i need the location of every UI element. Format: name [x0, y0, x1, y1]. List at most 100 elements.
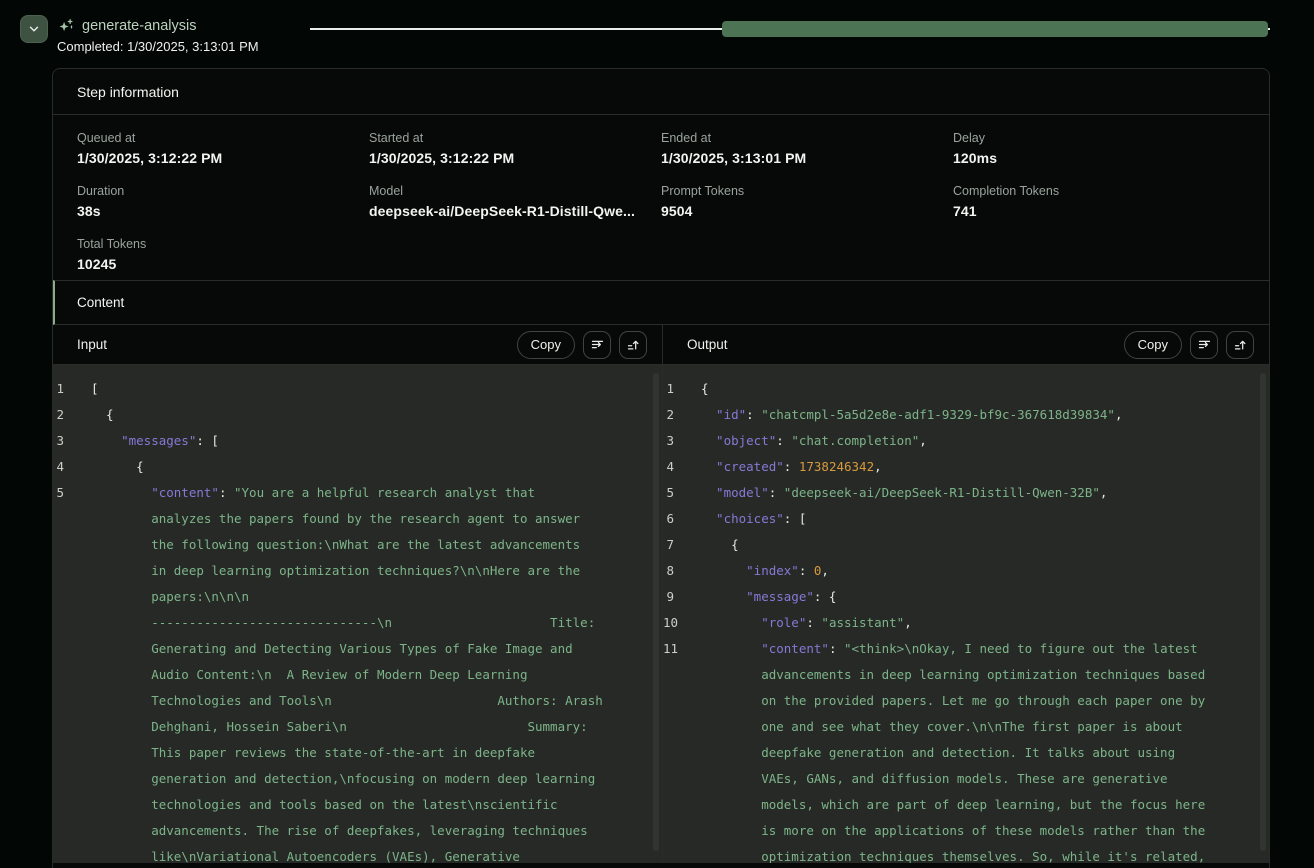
chevron-down-icon [27, 22, 41, 36]
info-field: Queued at1/30/2025, 3:12:22 PM [77, 131, 369, 166]
line-number: 4 [663, 454, 701, 480]
info-field: Total Tokens10245 [77, 237, 369, 272]
code-line: in deep learning optimization techniques… [53, 558, 662, 584]
line-number: 5 [53, 480, 91, 506]
info-field-value: 741 [953, 203, 1245, 219]
output-scrollbar[interactable] [1260, 373, 1266, 851]
line-content: like\nVariational Autoencoders (VAEs), G… [91, 844, 520, 863]
code-line: 4{ [53, 454, 662, 480]
step-topbar: generate-analysis Completed: 1/30/2025, … [0, 0, 1314, 68]
wrap-text-icon [1197, 337, 1212, 352]
line-content: "index": 0, [701, 558, 829, 584]
line-content: "message": { [701, 584, 836, 610]
code-line: 4"created": 1738246342, [663, 454, 1269, 480]
line-content: "model": "deepseek-ai/DeepSeek-R1-Distil… [701, 480, 1107, 506]
line-number [53, 714, 91, 740]
code-line: is more on the applications of these mod… [663, 818, 1269, 844]
code-line: 6"choices": [ [663, 506, 1269, 532]
info-field: Prompt Tokens9504 [661, 184, 953, 219]
line-number [53, 818, 91, 844]
input-code-view[interactable]: 1[2{3"messages": [4{5"content": "You are… [53, 365, 662, 863]
info-field: Ended at1/30/2025, 3:13:01 PM [661, 131, 953, 166]
content-section-header[interactable]: Content [53, 280, 1269, 325]
input-wrap-text-button[interactable] [583, 331, 611, 359]
input-panel: Input Copy [53, 325, 662, 863]
code-line: Audio Content:\n A Review of Modern Deep… [53, 662, 662, 688]
code-line: generation and detection,\nfocusing on m… [53, 766, 662, 792]
line-number [53, 688, 91, 714]
line-number [53, 740, 91, 766]
code-line: technologies and tools based on the late… [53, 792, 662, 818]
line-number [53, 792, 91, 818]
info-field: Completion Tokens 741 [953, 184, 1245, 219]
line-content: "content": "<think>\nOkay, I need to fig… [701, 636, 1198, 662]
line-number [663, 714, 701, 740]
info-field: Modeldeepseek-ai/DeepSeek-R1-Distill-Qwe… [369, 184, 661, 219]
line-number: 2 [663, 402, 701, 428]
line-number [53, 636, 91, 662]
input-panel-title: Input [77, 337, 107, 352]
line-number: 8 [663, 558, 701, 584]
line-content: Generating and Detecting Various Types o… [91, 636, 573, 662]
code-line: 1{ [663, 376, 1269, 402]
code-line: 7{ [663, 532, 1269, 558]
line-content: "role": "assistant", [701, 610, 912, 636]
info-field-value: deepseek-ai/DeepSeek-R1-Distill-Qwe... [369, 203, 661, 219]
code-line: papers:\n\n\n [53, 584, 662, 610]
code-line: 2"id": "chatcmpl-5a5d2e8e-adf1-9329-bf9c… [663, 402, 1269, 428]
code-line: Generating and Detecting Various Types o… [53, 636, 662, 662]
output-code-view[interactable]: 1{2"id": "chatcmpl-5a5d2e8e-adf1-9329-bf… [663, 365, 1269, 863]
line-content: "created": 1738246342, [701, 454, 882, 480]
output-wrap-text-button[interactable] [1190, 331, 1218, 359]
line-content: papers:\n\n\n [91, 584, 249, 610]
line-number [663, 740, 701, 766]
code-line: 5"content": "You are a helpful research … [53, 480, 662, 506]
line-number: 6 [663, 506, 701, 532]
collapse-step-button[interactable] [20, 15, 48, 43]
output-panel: Output Copy [662, 325, 1269, 863]
line-content: "messages": [ [91, 428, 219, 454]
line-content: the following question:\nWhat are the la… [91, 532, 580, 558]
line-content: in deep learning optimization techniques… [91, 558, 580, 584]
code-line: Dehghani, Hossein Saberi\n Summary: [53, 714, 662, 740]
code-line: Technologies and Tools\n Authors: Arash [53, 688, 662, 714]
code-line: 5"model": "deepseek-ai/DeepSeek-R1-Disti… [663, 480, 1269, 506]
code-line: advancements in deep learning optimizati… [663, 662, 1269, 688]
input-copy-button[interactable]: Copy [517, 331, 575, 359]
input-expand-button[interactable] [619, 331, 647, 359]
line-content: optimization techniques themselves. So, … [701, 844, 1205, 863]
sparkles-icon [57, 18, 74, 35]
trace-step-page: generate-analysis Completed: 1/30/2025, … [0, 0, 1314, 68]
line-content: deepfake generation and detection. It ta… [701, 740, 1175, 766]
info-field-label: Prompt Tokens [661, 184, 953, 198]
step-information-header: Step information [53, 69, 1269, 115]
info-field: Started at1/30/2025, 3:12:22 PM [369, 131, 661, 166]
line-number [53, 558, 91, 584]
line-content: advancements in deep learning optimizati… [701, 662, 1205, 688]
output-expand-button[interactable] [1226, 331, 1254, 359]
line-number [53, 506, 91, 532]
info-field-label: Completion Tokens [953, 184, 1245, 198]
info-field-value: 1/30/2025, 3:12:22 PM [369, 150, 661, 166]
output-copy-button[interactable]: Copy [1124, 331, 1182, 359]
line-number [663, 818, 701, 844]
code-line: 2{ [53, 402, 662, 428]
info-field: Delay120ms [953, 131, 1245, 166]
input-scrollbar[interactable] [653, 373, 659, 851]
code-line: ------------------------------\n Title: [53, 610, 662, 636]
code-line: 3"messages": [ [53, 428, 662, 454]
line-content: "content": "You are a helpful research a… [91, 480, 535, 506]
code-line: like\nVariational Autoencoders (VAEs), G… [53, 844, 662, 863]
line-number [53, 662, 91, 688]
line-content: on the provided papers. Let me go throug… [701, 688, 1205, 714]
timeline-duration-bar[interactable] [722, 21, 1268, 37]
code-line: 9"message": { [663, 584, 1269, 610]
line-number: 4 [53, 454, 91, 480]
step-information-title: Step information [77, 84, 179, 100]
code-line: analyzes the papers found by the researc… [53, 506, 662, 532]
line-number [53, 610, 91, 636]
line-number: 1 [663, 376, 701, 402]
line-number [663, 688, 701, 714]
code-line: on the provided papers. Let me go throug… [663, 688, 1269, 714]
content-panels: Input Copy [53, 325, 1269, 863]
